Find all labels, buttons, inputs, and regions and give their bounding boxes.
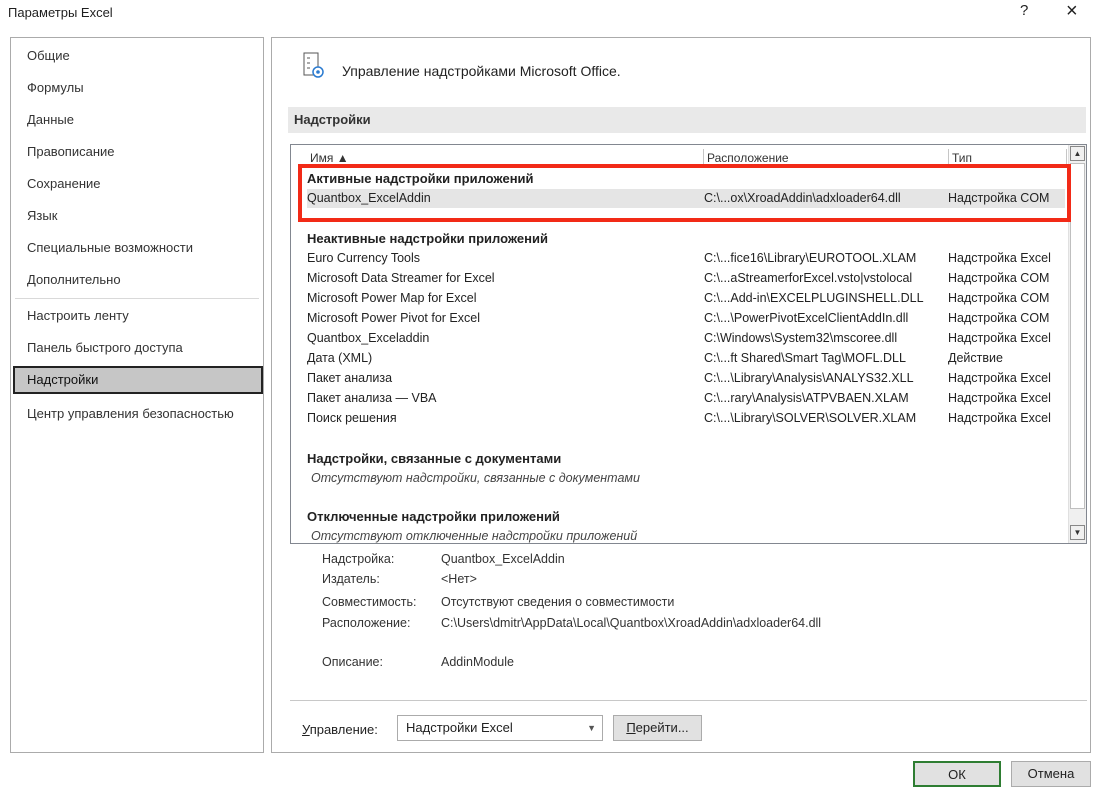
- manage-label: Управление:: [302, 722, 378, 737]
- sidebar-item-data[interactable]: Данные: [27, 112, 74, 127]
- sidebar-item-addins[interactable]: Надстройки: [27, 372, 98, 387]
- cancel-button[interactable]: Отмена: [1011, 761, 1091, 787]
- list-scrollbar[interactable]: ▲ ▼: [1068, 145, 1086, 543]
- window-title: Параметры Excel: [8, 5, 113, 20]
- detail-publisher-value: <Нет>: [441, 572, 477, 586]
- table-row[interactable]: Euro Currency Tools C:\...fice16\Library\…: [307, 249, 1065, 268]
- detail-description-label: Описание:: [322, 655, 383, 669]
- group-disabled-title: Отключенные надстройки приложений: [307, 509, 560, 524]
- column-type[interactable]: Тип: [949, 149, 1067, 167]
- main-panel: Управление надстройками Microsoft Office…: [271, 37, 1091, 753]
- sidebar-item-general[interactable]: Общие: [27, 48, 70, 63]
- close-icon[interactable]: ×: [1066, 0, 1078, 23]
- sidebar-item-advanced[interactable]: Дополнительно: [27, 272, 121, 287]
- table-row[interactable]: Microsoft Power Map for Excel C:\...Add-i…: [307, 289, 1065, 308]
- column-location[interactable]: Расположение: [704, 149, 949, 167]
- sidebar: Общие Формулы Данные Правописание Сохран…: [10, 37, 264, 753]
- table-row[interactable]: Дата (XML) C:\...ft Shared\Smart Tag\MOFL…: [307, 349, 1065, 368]
- detail-addin-value: Quantbox_ExcelAddin: [441, 552, 565, 566]
- table-row[interactable]: Microsoft Power Pivot for Excel C:\...\Po…: [307, 309, 1065, 328]
- sidebar-item-proofing[interactable]: Правописание: [27, 144, 115, 159]
- scroll-up-icon[interactable]: ▲: [1070, 146, 1085, 161]
- column-name[interactable]: Имя ▲: [307, 149, 704, 167]
- detail-addin-label: Надстройка:: [322, 552, 395, 566]
- page-header: Управление надстройками Microsoft Office…: [342, 63, 621, 79]
- detail-compat-label: Совместимость:: [322, 595, 417, 609]
- scroll-thumb[interactable]: [1070, 163, 1085, 509]
- group-document-title: Надстройки, связанные с документами: [307, 451, 562, 466]
- sidebar-item-save[interactable]: Сохранение: [27, 176, 101, 191]
- sidebar-item-language[interactable]: Язык: [27, 208, 57, 223]
- addins-icon: [303, 52, 324, 78]
- divider: [290, 700, 1087, 701]
- sidebar-item-quick-access[interactable]: Панель быстрого доступа: [27, 340, 183, 355]
- table-row[interactable]: Quantbox_ExcelAddin C:\...ox\XroadAddin\…: [307, 189, 1065, 208]
- sidebar-item-accessibility[interactable]: Специальные возможности: [27, 240, 193, 255]
- detail-location-label: Расположение:: [322, 616, 411, 630]
- table-row[interactable]: Quantbox_Exceladdin C:\Windows\System32\m…: [307, 329, 1065, 348]
- go-button[interactable]: Перейти...: [613, 715, 702, 741]
- detail-location-value: C:\Users\dmitr\AppData\Local\Quantbox\Xr…: [441, 616, 822, 630]
- sidebar-item-customize-ribbon[interactable]: Настроить ленту: [27, 308, 129, 323]
- table-row[interactable]: Поиск решения C:\...\Library\SOLVER\SOLVE…: [307, 409, 1065, 428]
- detail-publisher-label: Издатель:: [322, 572, 380, 586]
- scroll-down-icon[interactable]: ▼: [1070, 525, 1085, 540]
- table-row[interactable]: Microsoft Data Streamer for Excel C:\...a…: [307, 269, 1065, 288]
- chevron-down-icon: ▼: [587, 723, 596, 733]
- group-inactive-title: Неактивные надстройки приложений: [307, 231, 548, 246]
- ok-button[interactable]: ОК: [913, 761, 1001, 787]
- group-active-title: Активные надстройки приложений: [307, 171, 534, 186]
- section-title: Надстройки: [288, 107, 1086, 133]
- addins-list[interactable]: Имя ▲ Расположение Тип Активные надстрой…: [290, 144, 1087, 544]
- group-disabled-empty: Отсутствуют отключенные надстройки прило…: [311, 529, 638, 543]
- table-row[interactable]: Пакет анализа C:\...\Library\Analysis\ANA…: [307, 369, 1065, 388]
- detail-compat-value: Отсутствуют сведения о совместимости: [441, 595, 675, 609]
- sidebar-item-trust-center[interactable]: Центр управления безопасностью: [27, 406, 234, 421]
- detail-description-value: AddinModule: [441, 655, 514, 669]
- manage-select[interactable]: Надстройки Excel ▼: [397, 715, 603, 741]
- group-document-empty: Отсутствуют надстройки, связанные с доку…: [311, 471, 640, 485]
- sidebar-item-formulas[interactable]: Формулы: [27, 80, 84, 95]
- table-row[interactable]: Пакет анализа — VBA C:\...rary\Analysis\A…: [307, 389, 1065, 408]
- help-icon[interactable]: ?: [1020, 2, 1028, 19]
- sidebar-divider: [15, 298, 259, 299]
